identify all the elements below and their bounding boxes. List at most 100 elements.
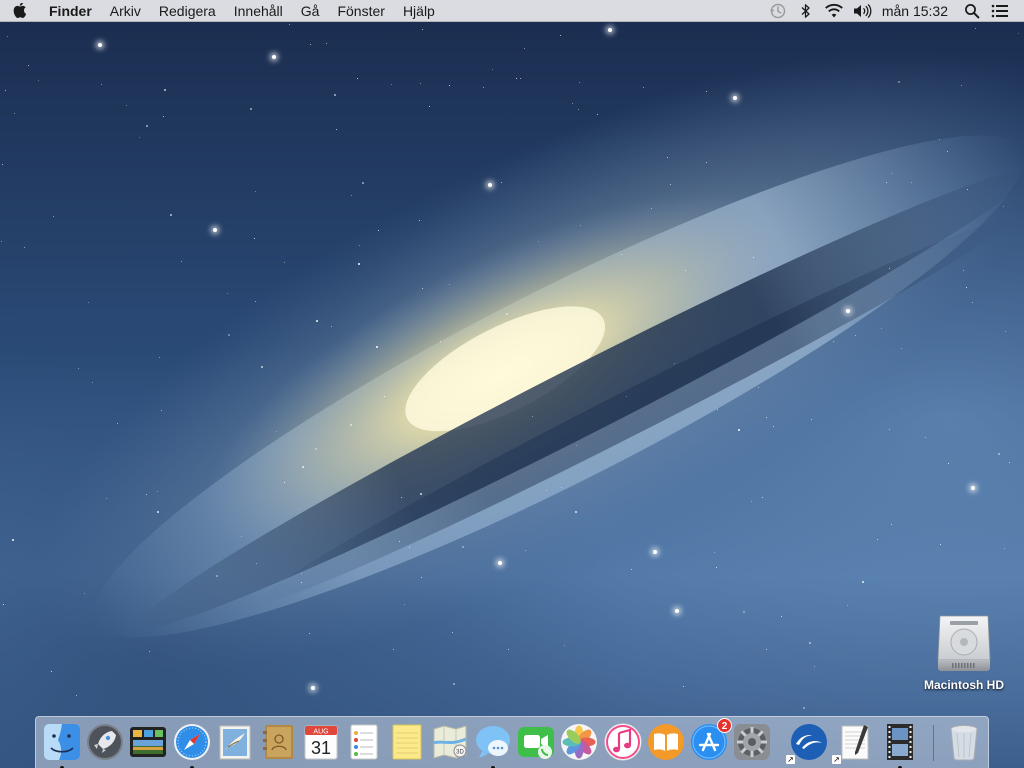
star: [1009, 462, 1010, 463]
film-icon: [887, 724, 913, 760]
menu-hjalp[interactable]: Hjälp: [394, 0, 444, 22]
galaxy-wallpaper-image: [32, 49, 1024, 671]
dock-safari[interactable]: [171, 721, 213, 768]
alias-arrow-icon: ↗: [786, 755, 795, 764]
star: [881, 328, 882, 329]
star: [422, 29, 423, 30]
star: [706, 91, 707, 92]
dock-film[interactable]: [879, 721, 921, 768]
bluetooth-icon[interactable]: [795, 0, 817, 22]
star: [597, 114, 598, 115]
star: [561, 487, 562, 488]
star: [146, 125, 148, 127]
star: [241, 536, 242, 537]
star: [301, 582, 302, 583]
star: [766, 417, 767, 418]
dock-photos[interactable]: [558, 721, 600, 763]
dock-separator: [933, 725, 934, 761]
star: [301, 573, 302, 574]
dock-app-store[interactable]: 2: [688, 718, 732, 763]
star: [608, 28, 612, 32]
system-preferences-icon: [734, 724, 770, 760]
dock-openoffice[interactable]: ↗: [786, 721, 830, 764]
menu-finder[interactable]: Finder: [40, 0, 101, 22]
menu-innehall[interactable]: Innehåll: [225, 0, 292, 22]
star: [488, 183, 492, 187]
star: [901, 348, 902, 349]
star: [738, 429, 740, 431]
star: [966, 287, 967, 288]
wifi-icon[interactable]: [823, 0, 845, 22]
star: [139, 137, 140, 138]
star: [357, 78, 358, 79]
dock-facetime[interactable]: [515, 721, 557, 763]
menu-arkiv[interactable]: Arkiv: [101, 0, 150, 22]
trash-icon: [950, 725, 978, 761]
star: [506, 313, 508, 315]
desktop-icon-macintosh-hd[interactable]: Macintosh HD: [916, 612, 1012, 692]
star: [409, 547, 410, 548]
time-machine-icon[interactable]: [767, 0, 789, 22]
dock-notes[interactable]: [386, 721, 428, 763]
dock-finder[interactable]: [41, 721, 83, 768]
star: [311, 686, 315, 690]
dock-mail[interactable]: [214, 721, 256, 763]
dock-system-preferences[interactable]: [731, 721, 773, 763]
photos-icon: [561, 724, 597, 760]
dock-calendar[interactable]: AUG 31: [300, 721, 342, 763]
star: [256, 563, 257, 564]
star: [449, 284, 450, 285]
star: [302, 466, 304, 468]
star: [384, 396, 385, 397]
menubar-clock[interactable]: mån 15:32: [876, 0, 958, 22]
star: [653, 550, 657, 554]
star: [971, 486, 975, 490]
star: [1, 241, 2, 242]
star: [855, 335, 856, 336]
star: [309, 633, 310, 634]
star: [316, 320, 318, 322]
star: [359, 245, 360, 246]
itunes-icon: [604, 723, 642, 761]
menu-fonster[interactable]: Fönster: [328, 0, 393, 22]
star: [2, 164, 3, 165]
dock-maps[interactable]: 3D: [429, 721, 471, 763]
hard-drive-icon: [937, 615, 991, 671]
star: [276, 431, 277, 432]
star: [998, 453, 1000, 455]
star: [716, 567, 717, 568]
star: [146, 494, 147, 495]
star: [157, 511, 159, 513]
messages-icon: [476, 726, 510, 758]
star: [524, 48, 525, 49]
star: [422, 288, 423, 289]
dock-ibooks[interactable]: [645, 721, 687, 763]
dock-trash[interactable]: [943, 721, 985, 763]
star: [847, 605, 848, 606]
star: [972, 302, 973, 303]
star: [399, 541, 400, 542]
star: [391, 84, 392, 85]
dock-launchpad[interactable]: [84, 721, 126, 763]
star: [891, 173, 892, 174]
dock-itunes[interactable]: [602, 721, 644, 763]
star: [440, 341, 441, 342]
star: [5, 90, 6, 91]
volume-icon[interactable]: [851, 0, 873, 22]
search-icon[interactable]: [961, 0, 983, 22]
star: [1004, 548, 1005, 549]
star: [538, 241, 539, 242]
menu-ga[interactable]: Gå: [292, 0, 329, 22]
star: [419, 220, 420, 221]
dock-textedit[interactable]: ↗: [832, 721, 876, 764]
dock-messages[interactable]: [472, 721, 514, 768]
star: [326, 43, 327, 44]
apple-menu-icon[interactable]: [0, 0, 40, 22]
dock-reminders[interactable]: [343, 721, 385, 763]
star: [667, 157, 668, 158]
dock-mission-control[interactable]: [127, 721, 169, 763]
dock-contacts[interactable]: [257, 721, 299, 763]
star: [717, 409, 718, 410]
menu-redigera[interactable]: Redigera: [150, 0, 225, 22]
notification-center-icon[interactable]: [989, 0, 1011, 22]
